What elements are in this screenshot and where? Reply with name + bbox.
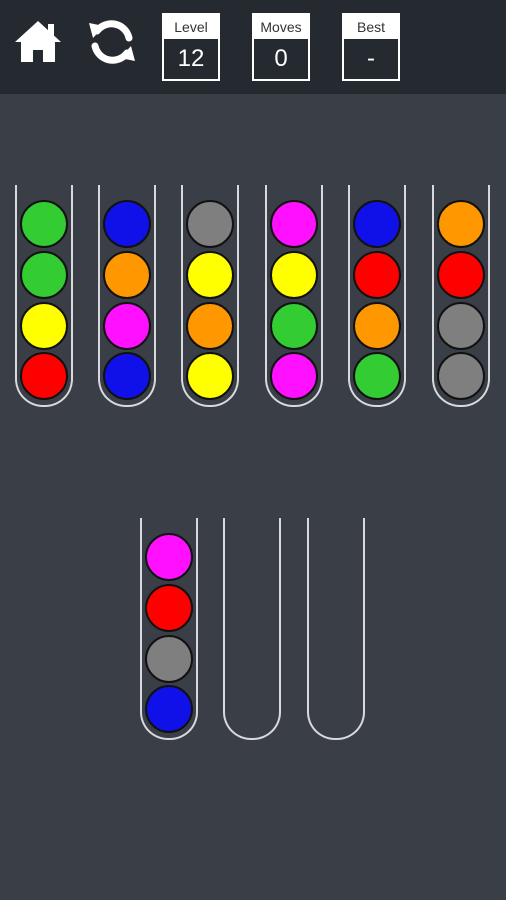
ball-blue	[353, 200, 401, 248]
ball-yellow	[186, 251, 234, 299]
tube[interactable]	[181, 185, 239, 407]
best-stat: Best -	[342, 13, 400, 81]
moves-value: 0	[274, 45, 288, 72]
level-label: Level	[164, 15, 218, 39]
ball-orange	[103, 251, 151, 299]
best-label: Best	[344, 15, 398, 39]
ball-yellow	[20, 302, 68, 350]
tube[interactable]	[140, 518, 198, 740]
home-icon[interactable]	[12, 16, 64, 68]
ball-magenta	[145, 533, 193, 581]
ball-red	[437, 251, 485, 299]
ball-green	[20, 251, 68, 299]
ball-green	[353, 352, 401, 400]
moves-label: Moves	[254, 15, 308, 39]
tube[interactable]	[348, 185, 406, 407]
moves-stat: Moves 0	[252, 13, 310, 81]
ball-red	[353, 251, 401, 299]
ball-blue	[145, 685, 193, 733]
level-stat: Level 12	[162, 13, 220, 81]
best-value: -	[367, 45, 375, 72]
tube[interactable]	[98, 185, 156, 407]
ball-magenta	[270, 200, 318, 248]
ball-yellow	[270, 251, 318, 299]
ball-blue	[103, 352, 151, 400]
top-bar: Level 12 Moves 0 Best -	[0, 0, 506, 94]
ball-gray	[437, 302, 485, 350]
restart-icon[interactable]	[86, 16, 138, 68]
ball-yellow	[186, 352, 234, 400]
tube[interactable]	[432, 185, 490, 407]
ball-red	[20, 352, 68, 400]
ball-gray	[186, 200, 234, 248]
tube[interactable]	[307, 518, 365, 740]
ball-gray	[437, 352, 485, 400]
ball-green	[20, 200, 68, 248]
ball-orange	[353, 302, 401, 350]
ball-gray	[145, 635, 193, 683]
tube[interactable]	[223, 518, 281, 740]
level-value: 12	[177, 45, 205, 72]
ball-orange	[437, 200, 485, 248]
tube[interactable]	[15, 185, 73, 407]
tube[interactable]	[265, 185, 323, 407]
ball-red	[145, 584, 193, 632]
ball-green	[270, 302, 318, 350]
ball-magenta	[103, 302, 151, 350]
ball-blue	[103, 200, 151, 248]
ball-orange	[186, 302, 234, 350]
ball-magenta	[270, 352, 318, 400]
